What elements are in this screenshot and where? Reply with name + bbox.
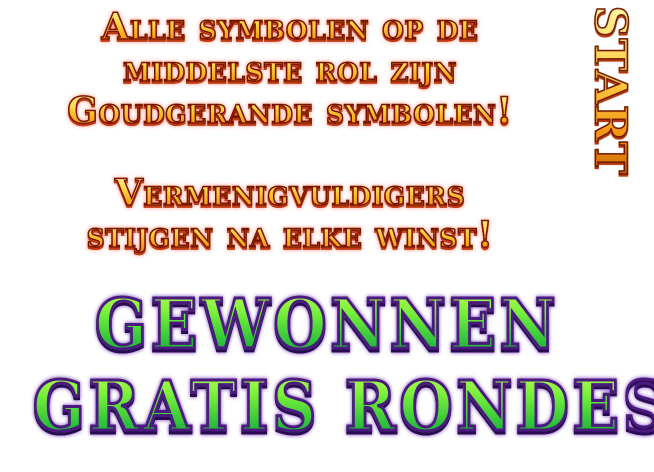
multiplier-description: Vermenigvuldigers stijgen na elke winst! [0,171,580,257]
start-button[interactable]: START [574,2,646,178]
feature-description: Alle symbolen op de middelste rol zijn G… [0,5,580,133]
title-line-1: GEWONNEN [33,284,622,367]
title-line-2: GRATIS RONDES [31,366,654,449]
free-spins-title: GEWONNEN GRATIS RONDES [0,284,654,449]
feature-text-line-2: middelste rol zijn [0,47,580,91]
start-button-label: START [584,4,637,175]
feature-text-line-3: Goudgerande symbolen! [0,89,580,133]
free-spins-won-screen: Alle symbolen op de middelste rol zijn G… [0,0,654,472]
multiplier-text-line-1: Vermenigvuldigers [0,171,580,215]
multiplier-text-line-2: stijgen na elke winst! [0,213,580,257]
feature-text-line-1: Alle symbolen op de [0,5,580,49]
